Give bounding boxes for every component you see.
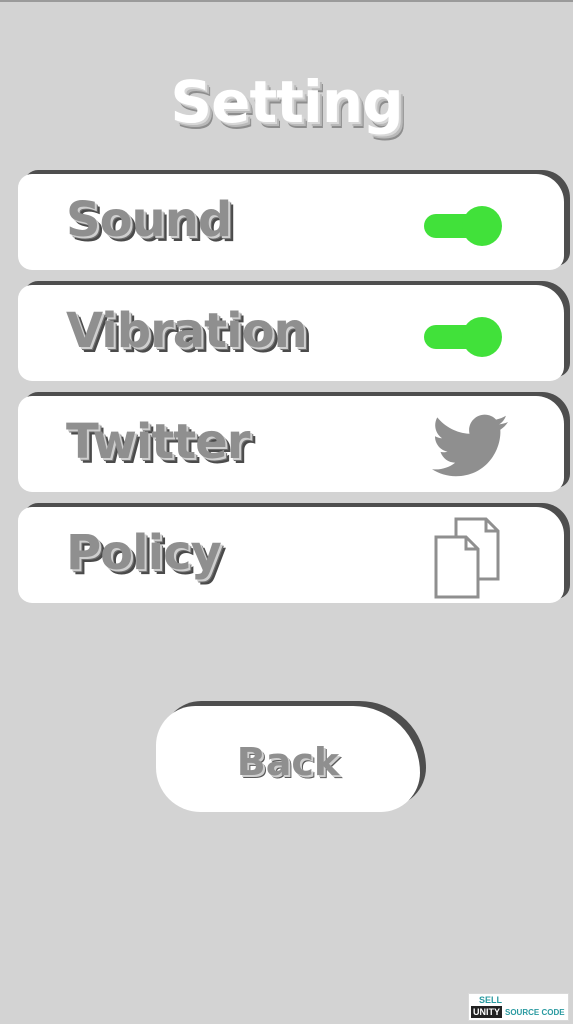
toggle-knob [462,317,502,357]
watermark-brand-text: UNITY [471,1006,502,1018]
back-button-label: Back [236,740,340,784]
watermark-top-text: SELL [479,995,503,1005]
twitter-bird-icon[interactable] [432,414,510,478]
setting-row-policy[interactable]: Policy [18,507,564,603]
page-title: Setting [170,68,403,136]
top-divider [0,0,573,2]
setting-row-sound[interactable]: Sound [18,174,564,270]
sound-toggle[interactable] [424,206,502,246]
vibration-toggle[interactable] [424,317,502,357]
setting-label-twitter: Twitter [66,414,250,470]
watermark-logo: SELL UNITY SOURCE CODE [468,993,569,1021]
setting-row-twitter[interactable]: Twitter [18,396,564,492]
watermark-bottom-text: SOURCE CODE [505,1008,565,1017]
toggle-knob [462,206,502,246]
setting-label-policy: Policy [66,525,222,581]
setting-row-vibration[interactable]: Vibration [18,285,564,381]
back-button[interactable]: Back [156,706,420,812]
documents-icon[interactable] [434,517,500,599]
setting-label-vibration: Vibration [66,303,308,359]
setting-label-sound: Sound [66,192,232,248]
